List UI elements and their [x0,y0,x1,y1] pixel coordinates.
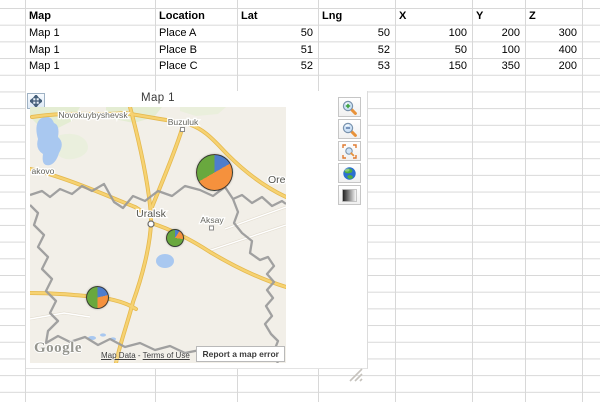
pie-marker-place-a[interactable] [195,153,233,191]
header-cell[interactable]: Lat [237,8,318,25]
table-cell[interactable]: Map 1 [25,58,155,75]
table-cell[interactable]: 50 [395,42,472,59]
table-cell[interactable]: 50 [318,25,395,42]
map-label-uralsk: Uralsk [136,208,167,220]
google-map[interactable]: Novokuybyshevsk Buzuluk akovo Uralsk Aks… [30,107,286,363]
pie-marker-place-b[interactable] [166,229,184,247]
resize-grip[interactable] [347,366,364,383]
google-logo[interactable]: Google [34,340,82,357]
report-map-error-button[interactable]: Report a map error [196,346,285,362]
terms-of-use-link[interactable]: Terms of Use [143,351,190,360]
gradient-button[interactable] [338,185,361,205]
header-cell[interactable]: Location [155,8,237,25]
table-cell[interactable]: 53 [318,58,395,75]
table-cell[interactable]: 52 [318,42,395,59]
zoom-in-button[interactable] [338,97,361,117]
move-arrows-icon [30,95,42,107]
map-label-orenburg: Ore [268,174,286,186]
zoom-out-icon [342,122,357,137]
table-cell[interactable]: Map 1 [25,42,155,59]
header-cell[interactable]: Z [525,8,582,25]
table-cell[interactable]: Place B [155,42,237,59]
table-cell[interactable]: 52 [237,58,318,75]
uralsk-marker [147,220,155,228]
header-cell[interactable]: Lng [318,8,395,25]
map-label-aksay: Aksay [200,215,224,225]
table-cell[interactable]: 350 [472,58,525,75]
attribution-separator: - [135,351,143,360]
globe-icon [343,166,356,180]
table-cell[interactable]: 300 [525,25,582,42]
pie-marker-place-c[interactable] [85,285,109,309]
table-cell[interactable]: 50 [237,25,318,42]
buzuluk-marker [180,127,185,132]
zoom-in-icon [342,100,357,115]
table-cell[interactable]: Place C [155,58,237,75]
map-attribution: Map Data - Terms of Use [101,351,190,360]
header-cell[interactable]: X [395,8,472,25]
globe-button[interactable] [338,163,361,183]
map-data-link[interactable]: Map Data [101,351,136,360]
table-cell[interactable]: 200 [472,25,525,42]
table-cell[interactable]: 51 [237,42,318,59]
table-cell[interactable]: Place A [155,25,237,42]
map-label-buzuluk: Buzuluk [168,117,199,127]
table-cell[interactable]: 150 [395,58,472,75]
header-cell[interactable]: Map [25,8,155,25]
map-label-novokuybyshevsk: Novokuybyshevsk [58,110,128,120]
table-cell[interactable]: 200 [525,58,582,75]
header-cell[interactable]: Y [472,8,525,25]
zoom-fit-button[interactable] [338,141,361,161]
excel-sheet: { "spreadsheet": { "table": { "headers":… [0,0,600,402]
table-cell[interactable]: 400 [525,42,582,59]
zoom-fit-icon [342,143,357,159]
aksay-marker [209,225,214,231]
table-cell[interactable]: 100 [395,25,472,42]
gradient-icon [342,188,357,202]
map-tiles: Novokuybyshevsk Buzuluk akovo Uralsk Aks… [30,107,286,363]
zoom-out-button[interactable] [338,119,361,139]
chart-title: Map 1 [141,92,175,104]
map-label-akovo: akovo [32,166,55,176]
table-cell[interactable]: 100 [472,42,525,59]
table-cell[interactable]: Map 1 [25,25,155,42]
